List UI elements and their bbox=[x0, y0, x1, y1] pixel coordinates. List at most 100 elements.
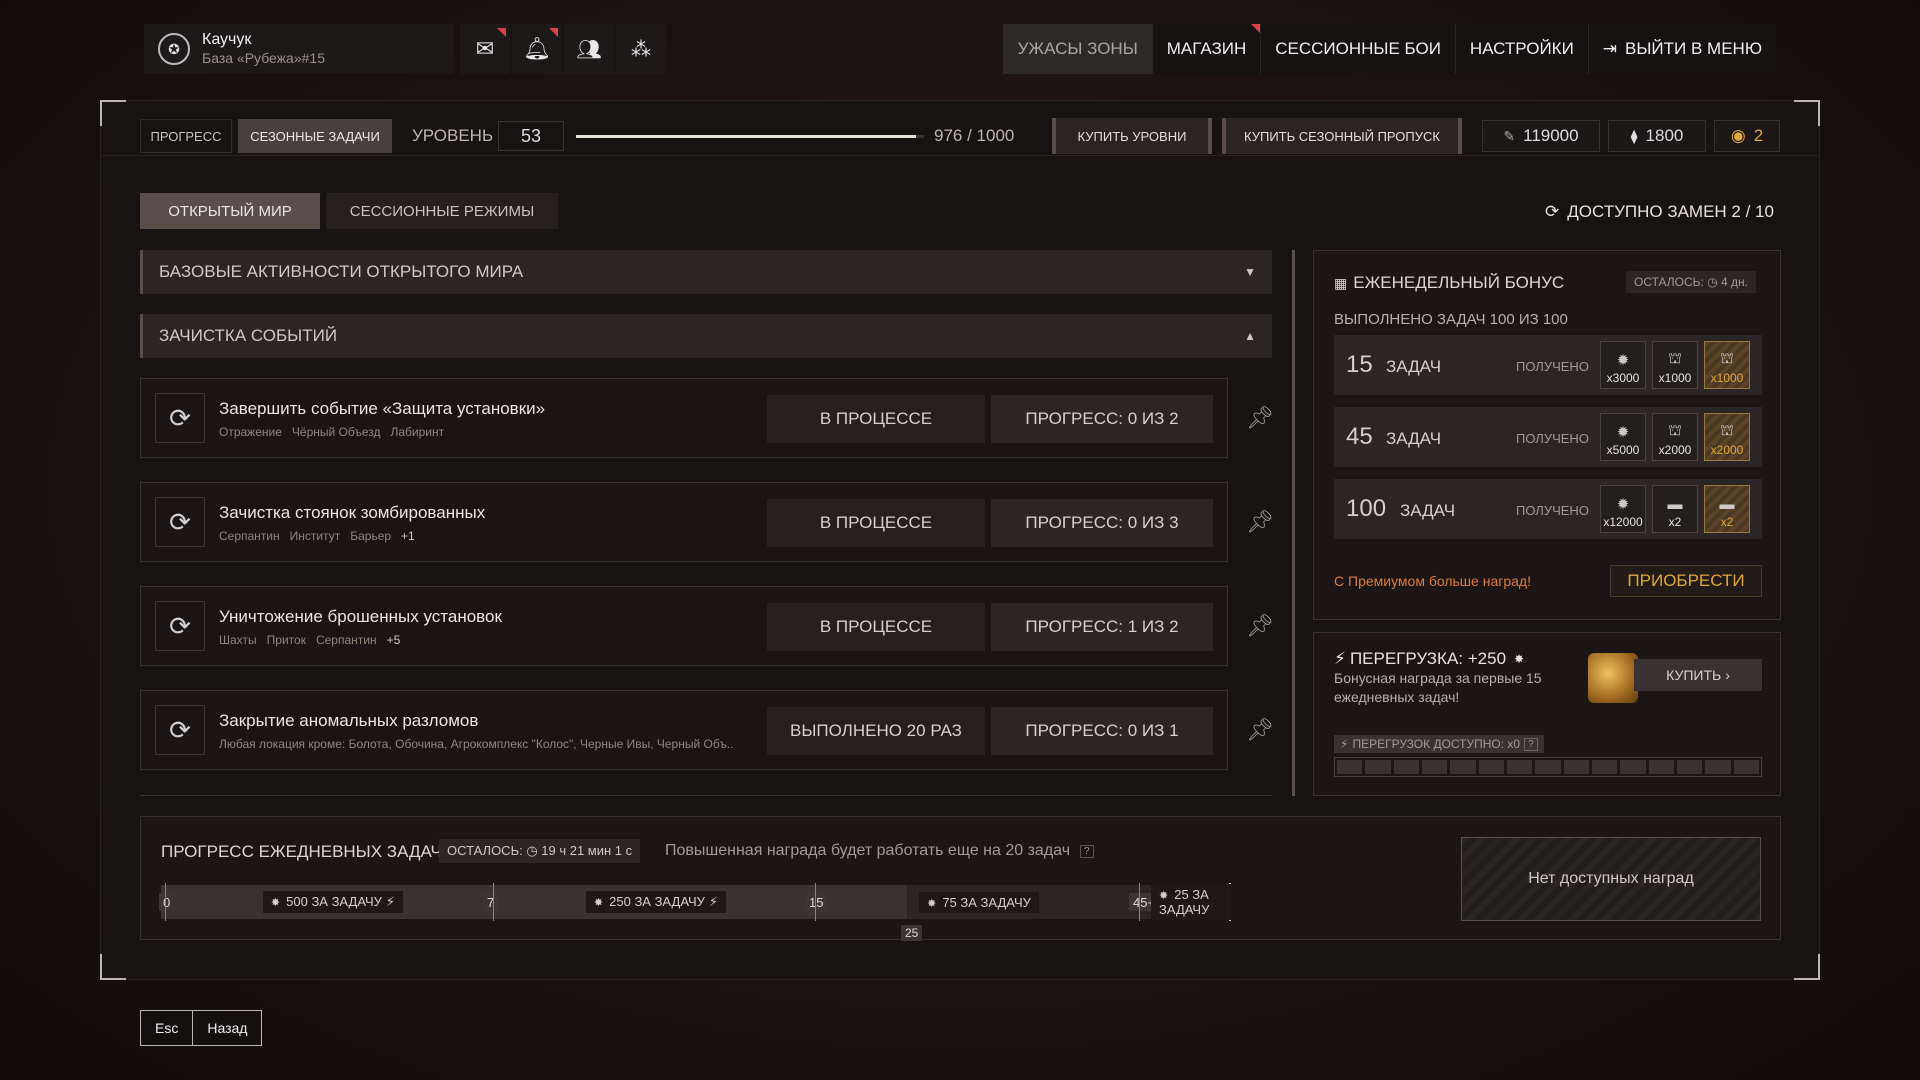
reward-icon: ⛫ bbox=[1668, 350, 1682, 367]
reward-amount: x12000 bbox=[1603, 515, 1643, 529]
overload-buy-button[interactable]: КУПИТЬ › bbox=[1634, 659, 1762, 691]
nav-exit-label: ВЫЙТИ В МЕНЮ bbox=[1625, 39, 1762, 58]
reward-item[interactable]: ✹ x5000 bbox=[1600, 413, 1646, 461]
task-title: Завершить событие «Защита установки» bbox=[219, 399, 546, 418]
xp-bar bbox=[576, 135, 924, 138]
overload-available: ⚡︎ ПЕРЕГРУЗОК ДОСТУПНО: x0? bbox=[1334, 735, 1544, 753]
reward-item[interactable]: ✹ x12000 bbox=[1600, 485, 1646, 533]
accordion-base-title: БАЗОВЫЕ АКТИВНОСТИ ОТКРЫТОГО МИРА bbox=[159, 262, 524, 281]
task-location: Серпантин bbox=[315, 633, 377, 647]
pin-icon[interactable]: 📌︎ bbox=[1246, 717, 1274, 743]
task-location: Серпантин bbox=[219, 529, 280, 543]
reward-item[interactable]: ⛫ x2000 bbox=[1704, 413, 1750, 461]
overload-panel: ⚡︎ ПЕРЕГРУЗКА: +250 ✸ Бонусная награда за … bbox=[1313, 632, 1781, 796]
reward-item[interactable]: ⛫ x1000 bbox=[1704, 341, 1750, 389]
weekly-row-received: ПОЛУЧЕНО bbox=[1516, 503, 1589, 518]
nav-session-battles[interactable]: СЕССИОННЫЕ БОИ bbox=[1260, 24, 1455, 74]
task-swap-button[interactable]: ⟳ bbox=[155, 705, 205, 755]
group-button[interactable]: ⁂ bbox=[616, 24, 666, 74]
accordion-base-activities[interactable]: БАЗОВЫЕ АКТИВНОСТИ ОТКРЫТОГО МИРА ▼ bbox=[140, 250, 1272, 294]
back-button[interactable]: Назад bbox=[193, 1011, 261, 1045]
task-location: Любая локация кроме: Болота, Обочина, Аг… bbox=[219, 737, 734, 751]
task-location: Институт bbox=[289, 529, 341, 543]
overload-cell bbox=[1506, 760, 1533, 774]
reward-item[interactable]: ⛫ x1000 bbox=[1652, 341, 1698, 389]
overload-cell bbox=[1733, 760, 1759, 774]
profile-panel[interactable]: ✪ Каучук База «Рубежа»#15 bbox=[144, 24, 454, 74]
reward-amount: x2 bbox=[1720, 515, 1734, 529]
overload-cell bbox=[1591, 760, 1618, 774]
xp-value: 976 / 1000 bbox=[934, 126, 1015, 145]
task-title: Уничтожение брошенных установок bbox=[219, 607, 502, 626]
nav-settings[interactable]: НАСТРОЙКИ bbox=[1454, 24, 1588, 74]
footer-back[interactable]: Esc Назад bbox=[140, 1010, 263, 1046]
crystal-icon: ⧫ bbox=[1630, 127, 1638, 144]
overload-cell bbox=[1563, 760, 1589, 774]
bell-icon: 🔔︎ bbox=[523, 36, 551, 61]
daily-milestone: 7 bbox=[483, 893, 499, 911]
premium-buy-button[interactable]: ПРИОБРЕСТИ bbox=[1610, 565, 1762, 597]
task-row: ⟳ Закрытие аномальных разломов Любая лок… bbox=[140, 690, 1228, 770]
exit-icon: ⇥ bbox=[1602, 39, 1618, 58]
weekly-row-count: 45 bbox=[1346, 423, 1373, 450]
daily-segment-label: 250 ЗА ЗАДАЧУ bbox=[609, 894, 705, 909]
buy-levels-button[interactable]: КУПИТЬ УРОВНИ bbox=[1052, 118, 1212, 154]
tab-open-world[interactable]: ОТКРЫТЫЙ МИР bbox=[140, 193, 320, 229]
task-swap-button[interactable]: ⟳ bbox=[155, 497, 205, 547]
reward-item[interactable]: ▬ x2 bbox=[1704, 485, 1750, 533]
task-more-locations[interactable]: +1 bbox=[401, 529, 415, 543]
daily-reward-segment: ✸ 250 ЗА ЗАДАЧУ ⚡︎ bbox=[505, 885, 807, 919]
reward-item[interactable]: ▬ x2 bbox=[1652, 485, 1698, 533]
weekly-row-label: ЗАДАЧ bbox=[1400, 501, 1456, 520]
task-swap-button[interactable]: ⟳ bbox=[155, 601, 205, 651]
overload-cell bbox=[1620, 760, 1646, 774]
task-swap-button[interactable]: ⟳ bbox=[155, 393, 205, 443]
lightning-icon: ⚡︎ bbox=[385, 894, 396, 909]
scrollbar[interactable] bbox=[1292, 250, 1295, 796]
mail-button[interactable]: ✉ bbox=[460, 24, 510, 74]
overload-title: ⚡︎ ПЕРЕГРУЗКА: +250 ✸ bbox=[1334, 649, 1524, 669]
task-title: Закрытие аномальных разломов bbox=[219, 711, 479, 730]
friends-button[interactable]: 👥︎ bbox=[564, 24, 614, 74]
accordion-event-clearing[interactable]: ЗАЧИСТКА СОБЫТИЙ ▲ bbox=[140, 314, 1272, 358]
task-more-locations[interactable]: +5 bbox=[387, 633, 401, 647]
refresh-icon: ⟳ bbox=[169, 610, 191, 641]
group-icon: ⁂ bbox=[631, 38, 651, 61]
task-status: ВЫПОЛНЕНО 20 РАЗ bbox=[767, 707, 985, 755]
premium-text: С Премиумом больше наград! bbox=[1334, 573, 1531, 589]
overload-cell bbox=[1393, 760, 1419, 774]
nav-shop[interactable]: МАГАЗИН bbox=[1151, 24, 1261, 74]
currency-1: ✎ 119000 bbox=[1482, 120, 1600, 152]
reward-amount: x2000 bbox=[1710, 443, 1744, 457]
overload-cell bbox=[1676, 760, 1703, 774]
nav-exit-menu[interactable]: ⇥ ВЫЙТИ В МЕНЮ bbox=[1587, 24, 1776, 74]
overload-cell bbox=[1450, 760, 1476, 774]
refresh-icon: ⟳ bbox=[169, 506, 191, 537]
reward-amount: x3000 bbox=[1606, 371, 1640, 385]
notifications-button[interactable]: 🔔︎ bbox=[512, 24, 562, 74]
sparkle-icon: ✸ bbox=[1514, 652, 1525, 666]
reward-item[interactable]: ✹ x3000 bbox=[1600, 341, 1646, 389]
tab-progress[interactable]: ПРОГРЕСС bbox=[140, 119, 232, 153]
weekly-title: ▦ ЕЖЕНЕДЕЛЬНЫЙ БОНУС bbox=[1334, 273, 1564, 293]
pin-icon[interactable]: 📌︎ bbox=[1246, 613, 1274, 639]
weekly-row-label: ЗАДАЧ bbox=[1386, 429, 1442, 448]
weekly-time-left: ОСТАЛОСЬ: ◷ 4 дн. bbox=[1626, 271, 1756, 293]
refresh-icon: ⟳ bbox=[169, 714, 191, 745]
pin-icon[interactable]: 📌︎ bbox=[1246, 405, 1274, 431]
weekly-row-count: 100 bbox=[1346, 495, 1387, 522]
emblem-icon: ✪ bbox=[158, 33, 190, 65]
nav-zone-horrors[interactable]: УЖАСЫ ЗОНЫ bbox=[1002, 24, 1152, 74]
tab-session-modes[interactable]: СЕССИОННЫЕ РЕЖИМЫ bbox=[326, 193, 558, 229]
daily-time-left: ОСТАЛОСЬ: ◷ 19 ч 21 мин 1 с bbox=[439, 839, 641, 863]
friends-icon: 👥︎ bbox=[576, 38, 602, 61]
overload-cell bbox=[1337, 760, 1363, 774]
tab-season-tasks[interactable]: СЕЗОННЫЕ ЗАДАЧИ bbox=[238, 119, 392, 153]
buy-season-pass-button[interactable]: КУПИТЬ СЕЗОННЫЙ ПРОПУСК bbox=[1222, 118, 1462, 154]
pin-icon[interactable]: 📌︎ bbox=[1246, 509, 1274, 535]
reward-item[interactable]: ⛫ x2000 bbox=[1652, 413, 1698, 461]
esc-key[interactable]: Esc bbox=[141, 1011, 194, 1045]
task-location: Шахты bbox=[219, 633, 257, 647]
task-row: ⟳ Завершить событие «Защита установки» О… bbox=[140, 378, 1228, 458]
main-nav: УЖАСЫ ЗОНЫ МАГАЗИН СЕССИОННЫЕ БОИ НАСТРО… bbox=[1002, 24, 1776, 74]
